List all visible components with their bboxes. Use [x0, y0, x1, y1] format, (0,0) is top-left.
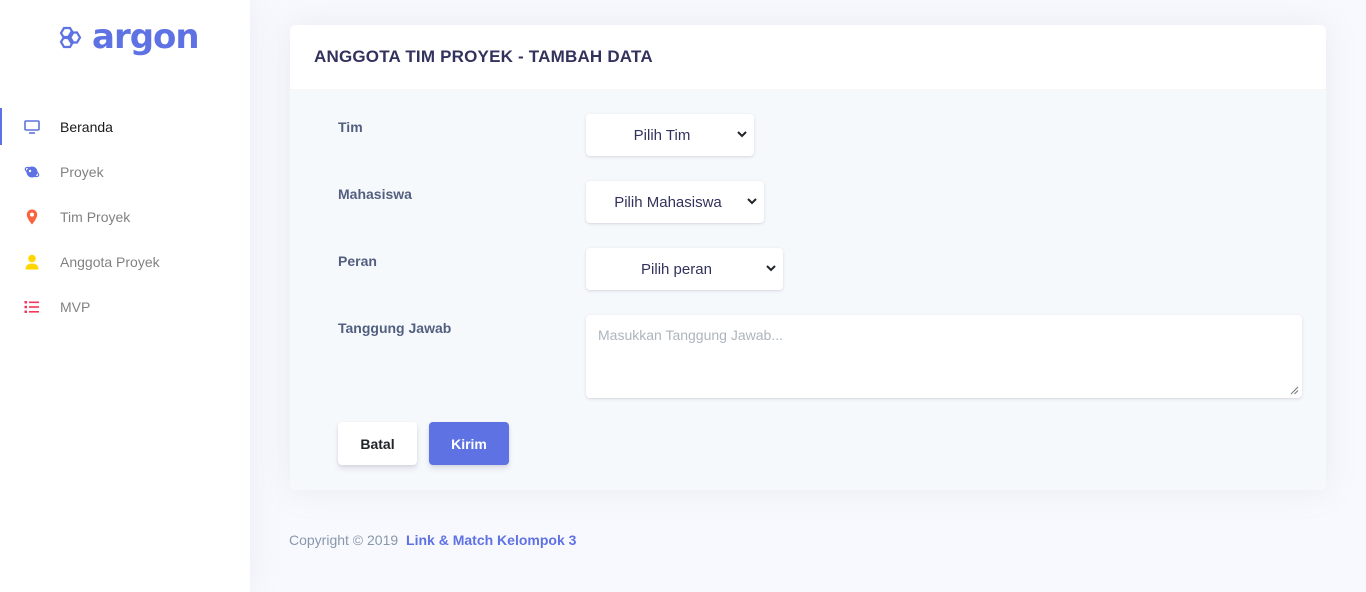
- cancel-button[interactable]: Batal: [338, 422, 417, 465]
- brand-name: argon: [92, 17, 200, 57]
- chevron-down-icon: [737, 131, 747, 138]
- sidebar-item-tim-proyek[interactable]: Tim Proyek: [0, 194, 250, 239]
- sidebar-item-beranda[interactable]: Beranda: [0, 104, 250, 149]
- copyright-text: Copyright © 2019: [289, 532, 399, 548]
- tim-select[interactable]: Pilih Tim: [586, 114, 754, 156]
- mahasiswa-select[interactable]: Pilih Mahasiswa: [586, 181, 764, 223]
- user-icon: [24, 254, 40, 270]
- chevron-down-icon: [766, 265, 776, 272]
- sidebar-item-label: Beranda: [60, 118, 113, 135]
- sidebar-item-label: MVP: [60, 298, 91, 315]
- mahasiswa-select-value: Pilih Mahasiswa: [614, 193, 722, 211]
- sidebar-item-mvp[interactable]: MVP: [0, 284, 250, 329]
- tv-icon: [24, 119, 40, 135]
- planet-icon: [24, 164, 40, 180]
- mahasiswa-label: Mahasiswa: [338, 186, 412, 202]
- list-icon: [24, 299, 40, 315]
- sidebar-item-proyek[interactable]: Proyek: [0, 149, 250, 194]
- argon-logo-icon: [59, 26, 82, 49]
- peran-select-value: Pilih peran: [641, 260, 712, 278]
- sidebar: argon Beranda Proyek Tim Proyek Anggota …: [0, 0, 250, 592]
- sidebar-item-anggota-proyek[interactable]: Anggota Proyek: [0, 239, 250, 284]
- brand-logo[interactable]: argon: [56, 14, 200, 60]
- tim-select-value: Pilih Tim: [633, 126, 691, 144]
- submit-button[interactable]: Kirim: [429, 422, 509, 465]
- pin-icon: [24, 209, 40, 225]
- tanggung-jawab-textarea[interactable]: Masukkan Tanggung Jawab...: [586, 315, 1302, 398]
- footer-link[interactable]: Link & Match Kelompok 3: [406, 532, 576, 548]
- sidebar-item-label: Proyek: [60, 163, 104, 180]
- tim-label: Tim: [338, 119, 363, 135]
- sidebar-item-label: Tim Proyek: [60, 208, 131, 225]
- chevron-down-icon: [747, 198, 757, 205]
- footer: Copyright © 2019 Link & Match Kelompok 3: [289, 532, 576, 548]
- tanggung-jawab-label: Tanggung Jawab: [338, 320, 452, 336]
- form-card: ANGGOTA TIM PROYEK - TAMBAH DATA Tim Pil…: [290, 25, 1326, 490]
- card-header: ANGGOTA TIM PROYEK - TAMBAH DATA: [290, 25, 1326, 90]
- resize-grip-icon[interactable]: [1290, 386, 1299, 395]
- page-title: ANGGOTA TIM PROYEK - TAMBAH DATA: [314, 47, 653, 66]
- textarea-placeholder: Masukkan Tanggung Jawab...: [598, 327, 783, 343]
- peran-select[interactable]: Pilih peran: [586, 248, 783, 290]
- sidebar-nav: Beranda Proyek Tim Proyek Anggota Proyek…: [0, 104, 250, 329]
- sidebar-item-label: Anggota Proyek: [60, 253, 160, 270]
- peran-label: Peran: [338, 253, 377, 269]
